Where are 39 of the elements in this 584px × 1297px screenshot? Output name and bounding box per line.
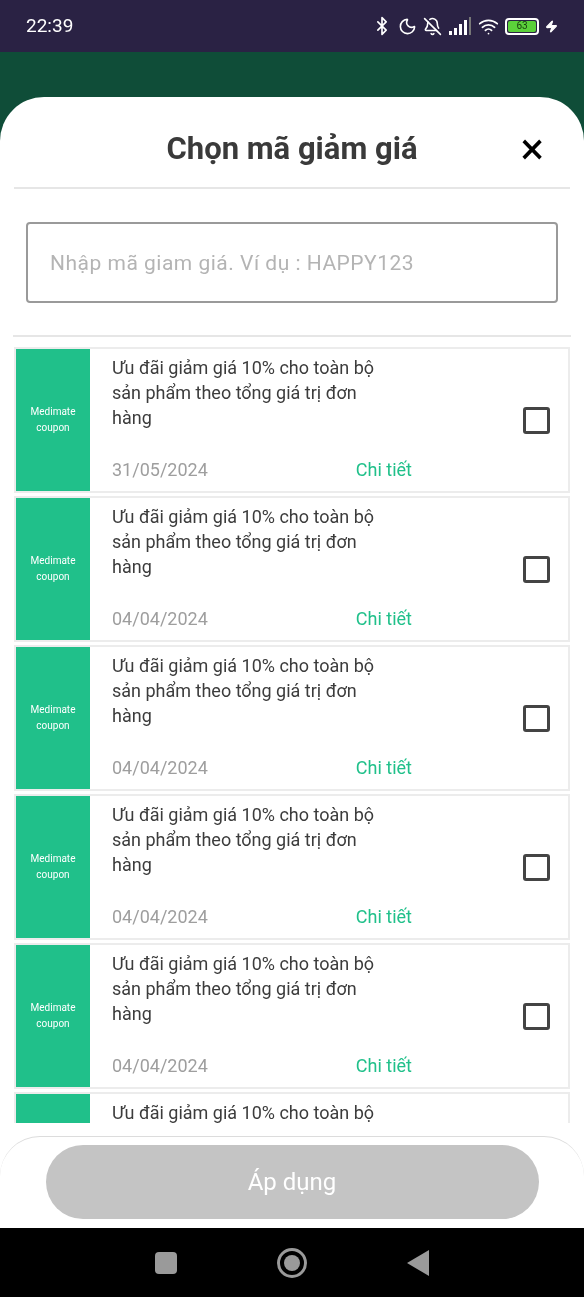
coupon-label: Medimate coupon <box>29 405 77 435</box>
coupon-description: Ưu đãi giảm giá 10% cho toàn bộ <box>112 1101 376 1123</box>
close-button[interactable]: × <box>520 127 544 171</box>
coupon-description: Ưu đãi giảm giá 10% cho toàn bộ sản phẩm theo tổng giá trị đơn hàng <box>112 505 376 579</box>
back-icon[interactable] <box>407 1249 429 1276</box>
battery-icon: 63 <box>505 17 539 35</box>
coupon-checkbox[interactable] <box>523 704 550 732</box>
expiry-date: 04/04/2024 <box>112 1054 208 1078</box>
coupon-description: Ưu đãi giảm giá 10% cho toàn bộ sản phẩm theo tổng giá trị đơn hàng <box>112 654 376 728</box>
expiry-date: 04/04/2024 <box>112 905 208 929</box>
home-icon[interactable] <box>277 1247 307 1278</box>
coupon-checkbox[interactable] <box>523 406 550 434</box>
coupon-description: Ưu đãi giảm giá 10% cho toàn bộ sản phẩm theo tổng giá trị đơn hàng <box>112 356 376 430</box>
coupon-card[interactable]: Medimate coupon Ưu đãi giảm giá 10% cho toàn bộ sản phẩm theo tổng giá trị đơn hàng 04/04/2024 Chi tiết <box>14 645 570 791</box>
coupon-label: Medimate coupon <box>29 1001 77 1031</box>
recents-icon[interactable] <box>155 1251 177 1274</box>
coupon-description: Ưu đãi giảm giá 10% cho toàn bộ sản phẩm theo tổng giá trị đơn hàng <box>112 803 376 877</box>
coupon-card[interactable]: Ưu đãi giảm giá 10% cho toàn bộ <box>14 1092 570 1123</box>
expiry-date: 04/04/2024 <box>112 756 208 780</box>
coupon-card[interactable]: Medimate coupon Ưu đãi giảm giá 10% cho toàn bộ sản phẩm theo tổng giá trị đơn hàng 04/04/2024 Chi tiết <box>14 496 570 642</box>
coupon-description: Ưu đãi giảm giá 10% cho toàn bộ sản phẩm theo tổng giá trị đơn hàng <box>112 952 376 1026</box>
coupon-checkbox[interactable] <box>523 555 550 583</box>
sheet-title: Chọn mã giảm giá <box>166 128 418 169</box>
bell-off-icon <box>423 16 442 36</box>
moon-icon <box>398 16 417 36</box>
code-input-field[interactable]: Nhập mã giam giá. Ví dụ : HAPPY123 <box>26 222 558 303</box>
expiry-date: 04/04/2024 <box>112 607 208 631</box>
status-time: 22:39 <box>26 12 74 39</box>
signal-icon <box>448 17 472 35</box>
expiry-date: 31/05/2024 <box>112 458 208 482</box>
coupon-card[interactable]: Medimate coupon Ưu đãi giảm giá 10% cho toàn bộ sản phẩm theo tổng giá trị đơn hàng 04/04/2024 Chi tiết <box>14 794 570 940</box>
coupon-checkbox[interactable] <box>523 1002 550 1030</box>
coupon-card[interactable]: Medimate coupon Ưu đãi giảm giá 10% cho toàn bộ sản phẩm theo tổng giá trị đơn hàng 31/05/2024 Chi tiết <box>14 347 570 493</box>
coupon-label: Medimate coupon <box>29 554 77 584</box>
coupon-label: Medimate coupon <box>29 852 77 882</box>
coupon-card[interactable]: Medimate coupon Ưu đãi giảm giá 10% cho toàn bộ sản phẩm theo tổng giá trị đơn hàng 04/04/2024 Chi tiết <box>14 943 570 1089</box>
coupon-checkbox[interactable] <box>523 853 550 881</box>
charging-icon <box>545 19 558 33</box>
coupon-label: Medimate coupon <box>29 703 77 733</box>
